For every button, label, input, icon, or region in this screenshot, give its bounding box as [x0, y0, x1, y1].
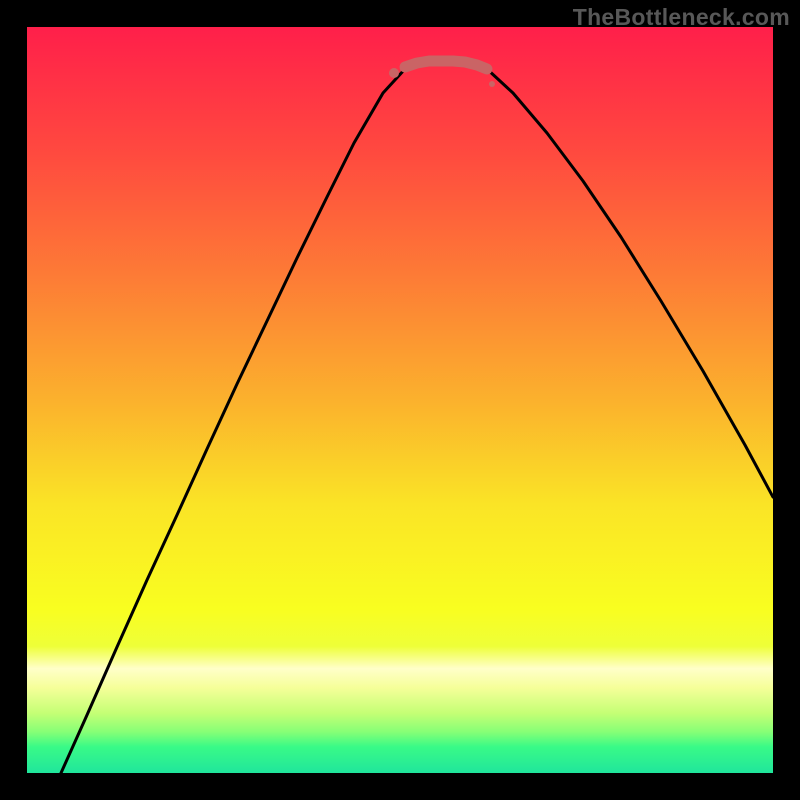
bottleneck-curve-chart [27, 27, 773, 773]
valley-dot-left [389, 68, 399, 78]
gradient-background [27, 27, 773, 773]
valley-dot-right [489, 81, 495, 87]
plot-frame [27, 27, 773, 773]
attribution-label: TheBottleneck.com [573, 4, 790, 31]
